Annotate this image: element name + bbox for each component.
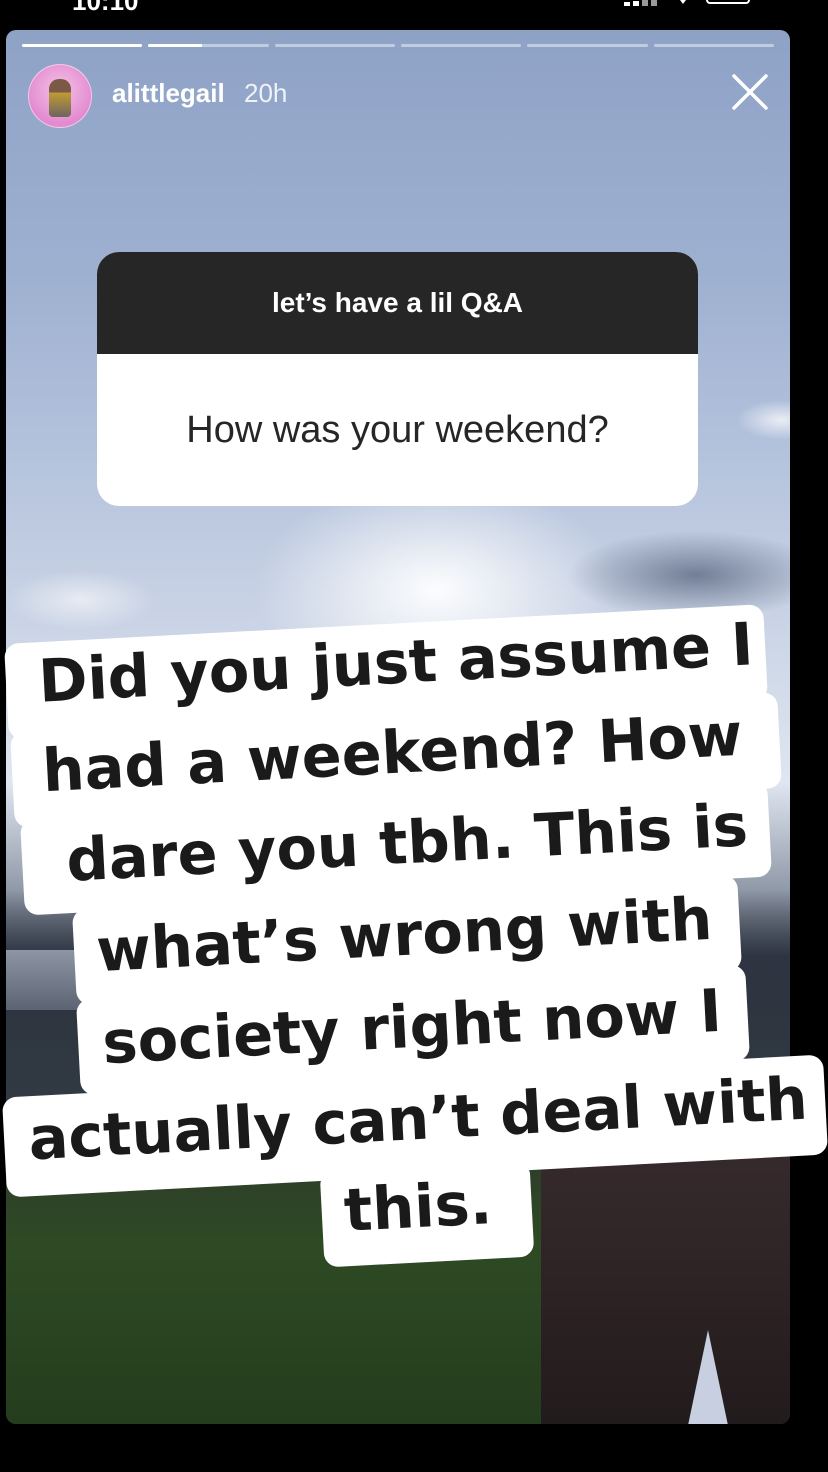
answer-line: this. [342,1168,494,1245]
answer-text-block: Did you just assume I had a weekend? How… [0,0,828,1472]
